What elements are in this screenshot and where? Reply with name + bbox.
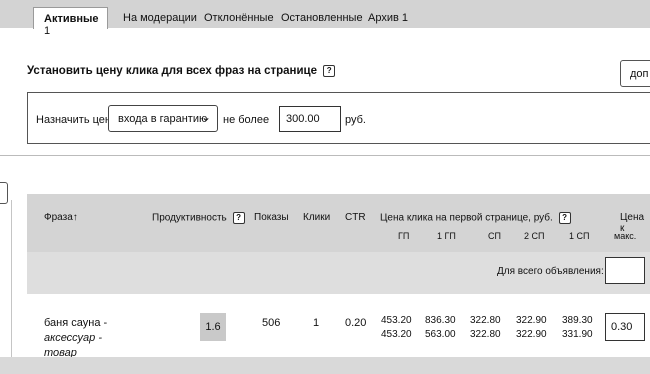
- header-phrase-label: Фраза: [44, 212, 73, 223]
- header-clicks: Клики: [303, 212, 331, 223]
- tab-active[interactable]: Активные 1: [33, 7, 108, 37]
- subheader-max: макс.: [614, 231, 637, 241]
- header-impressions: Показы: [254, 212, 289, 223]
- header-productivity-label: Продуктивность: [152, 212, 227, 224]
- price-gp-bottom: 453.20: [381, 329, 412, 340]
- price-form: Назначить цену входа в гарантию ⌄ не бол…: [27, 92, 650, 144]
- price-mode-select[interactable]: входа в гарантию ⌄: [108, 105, 218, 132]
- section-title: Установить цену клика для всех фраз на с…: [27, 65, 336, 78]
- price-sp-top: 322.80: [470, 315, 501, 326]
- header-first-page-price: Цена клика на первой странице, руб. ?: [380, 212, 571, 224]
- ctr-value: 0.20: [345, 317, 367, 329]
- all-ads-label: Для всего объявления:: [497, 266, 604, 277]
- help-icon[interactable]: ?: [323, 65, 336, 77]
- tab-rejected[interactable]: Отклонённые: [204, 12, 274, 24]
- currency-label: руб.: [345, 114, 366, 126]
- phrase-minus-word: аксессуар -: [44, 332, 103, 344]
- chevron-down-icon: ⌄: [200, 110, 211, 124]
- subheader-1sp: 1 СП: [569, 231, 590, 241]
- tab-stopped[interactable]: Остановленные: [281, 12, 363, 24]
- limit-label: не более: [223, 114, 270, 126]
- assign-price-label: Назначить цену: [36, 114, 117, 126]
- collapse-handle[interactable]: [0, 182, 8, 204]
- additional-button[interactable]: доп: [620, 60, 650, 87]
- tab-archive-count: 1: [401, 12, 409, 24]
- price-gp-top: 453.20: [381, 315, 412, 326]
- price-mode-value: входа в гарантию: [118, 113, 208, 125]
- header-first-page-price-label: Цена клика на первой странице, руб.: [380, 212, 553, 224]
- price-1sp-bottom: 331.90: [562, 329, 593, 340]
- help-icon[interactable]: ?: [232, 212, 245, 224]
- row-max-price-input[interactable]: 0.30: [605, 313, 645, 341]
- tab-active-label: Активные: [44, 13, 99, 25]
- section-title-text: Установить цену клика для всех фраз на с…: [27, 65, 318, 78]
- section-divider: [0, 155, 650, 156]
- price-2sp-bottom: 322.90: [516, 329, 547, 340]
- header-ctr: CTR: [345, 212, 366, 223]
- subheader-gp: ГП: [398, 231, 410, 241]
- tab-bar: Активные 1 На модерации Отклонённые Оста…: [0, 0, 650, 37]
- tab-active-count: 1: [44, 25, 51, 37]
- clicks-value: 1: [313, 317, 320, 329]
- phrase-text: баня сауна -: [44, 317, 108, 329]
- tab-archive-label: Архив: [368, 12, 399, 24]
- price-1gp-top: 836.30: [425, 315, 456, 326]
- all-ads-price-input[interactable]: [605, 257, 645, 284]
- impressions-value: 506: [262, 317, 281, 329]
- price-2sp-top: 322.90: [516, 315, 547, 326]
- bottom-scroll-bar[interactable]: [0, 357, 650, 374]
- subheader-2sp: 2 СП: [524, 231, 545, 241]
- subheader-sp: СП: [488, 231, 501, 241]
- left-border-line: [11, 200, 12, 360]
- price-1gp-bottom: 563.00: [425, 329, 456, 340]
- tab-archive[interactable]: Архив 1: [368, 12, 408, 24]
- help-icon[interactable]: ?: [558, 212, 571, 224]
- subheader-1gp: 1 ГП: [437, 231, 456, 241]
- header-productivity: Продуктивность ?: [152, 212, 245, 224]
- productivity-badge: 1.6: [200, 313, 226, 341]
- tab-moderation[interactable]: На модерации: [123, 12, 197, 24]
- price-1sp-top: 389.30: [562, 315, 593, 326]
- price-sp-bottom: 322.80: [470, 329, 501, 340]
- max-price-input[interactable]: 300.00: [279, 106, 341, 132]
- sort-arrow-icon: ↑: [72, 212, 78, 223]
- header-phrase[interactable]: Фраза↑: [44, 212, 78, 223]
